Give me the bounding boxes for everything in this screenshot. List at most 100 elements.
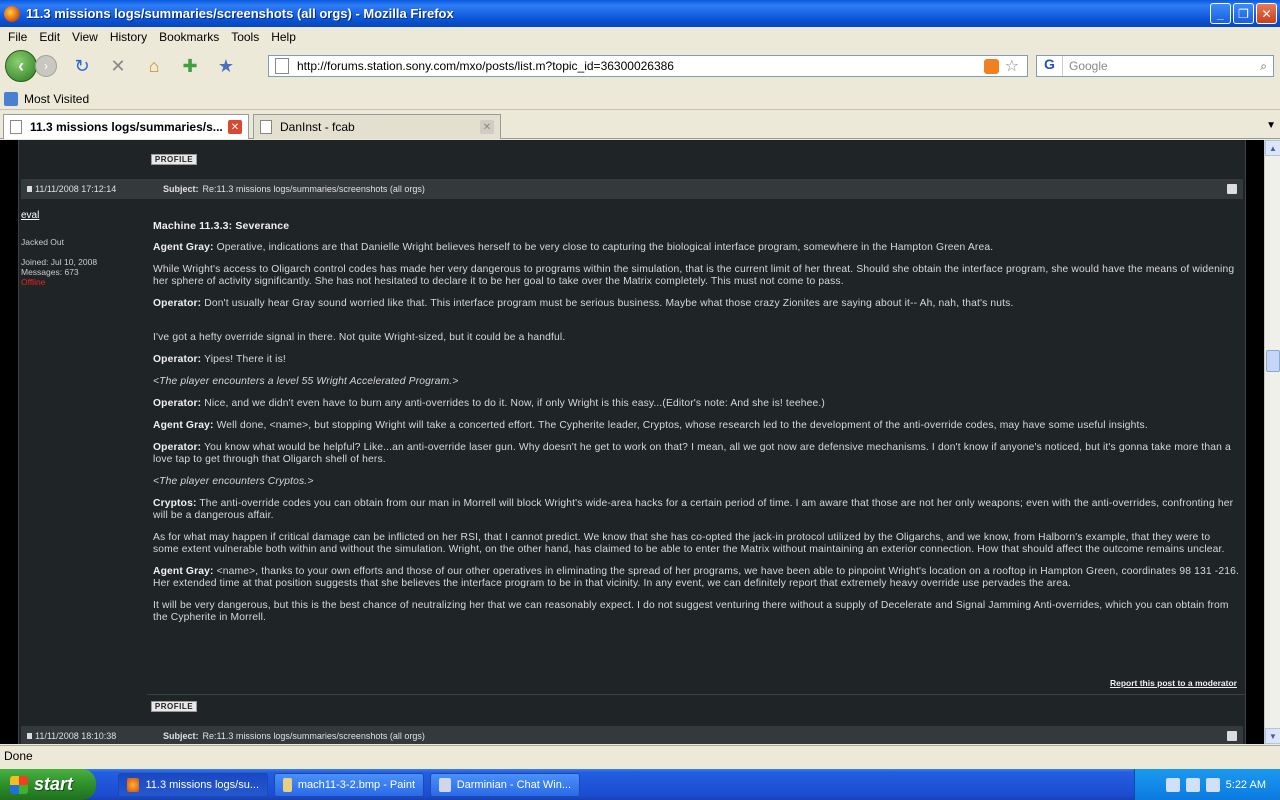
page-content: PROFILE 11/11/2008 17:12:14 Subject: Re:… — [0, 140, 1264, 744]
speaker-label: Agent Gray: — [153, 566, 214, 577]
menu-tools[interactable]: Tools — [225, 30, 265, 44]
paragraph-text: You know what would be helpful? Like...a… — [153, 442, 1231, 465]
bookmark-star-icon[interactable]: ★ — [215, 55, 237, 77]
star-icon[interactable]: ☆ — [1005, 56, 1019, 76]
paragraph-text: As for what may happen if critical damag… — [153, 532, 1225, 555]
menu-help[interactable]: Help — [265, 30, 302, 44]
tab-label: 11.3 missions logs/summaries/s... — [30, 120, 223, 134]
menu-history[interactable]: History — [104, 30, 153, 44]
rss-icon[interactable] — [983, 58, 999, 74]
windows-logo-icon — [10, 775, 28, 794]
paragraph-text: <The player encounters a level 55 Wright… — [153, 376, 459, 387]
menu-view[interactable]: View — [66, 30, 104, 44]
paragraph-text: <The player encounters Cryptos.> — [153, 476, 314, 487]
taskbar-label: Darminian - Chat Win... — [456, 778, 571, 791]
user-joined: Joined: Jul 10, 2008 — [21, 257, 98, 267]
search-engine-icon[interactable]: G — [1037, 56, 1063, 76]
taskbar-chat[interactable]: Darminian - Chat Win... — [430, 772, 580, 797]
tab-list-icon[interactable]: ▼ — [1266, 120, 1276, 131]
search-input[interactable]: Google — [1063, 59, 1260, 73]
tab-active[interactable]: 11.3 missions logs/summaries/s... ✕ — [3, 114, 249, 139]
subject-label: Subject: — [163, 731, 199, 741]
paragraph-text: Well done, <name>, but stopping Wright w… — [213, 420, 1148, 431]
taskbar-label: mach11-3-2.bmp - Paint — [297, 778, 415, 791]
profile-button[interactable]: PROFILE — [151, 154, 197, 165]
speaker-label: Agent Gray: — [153, 420, 214, 431]
reply-icon[interactable] — [1227, 731, 1237, 741]
start-button[interactable]: start — [0, 769, 96, 800]
scroll-up-icon[interactable]: ▲ — [1265, 140, 1280, 156]
post-date: 11/11/2008 17:12:14 — [35, 184, 117, 194]
paragraph-text: The anti-override codes you can obtain f… — [153, 498, 1234, 521]
window-title: 11.3 missions logs/summaries/screenshots… — [26, 6, 454, 21]
post-icon — [27, 186, 32, 192]
security-icon[interactable] — [1205, 777, 1220, 792]
menu-file[interactable]: File — [2, 30, 33, 44]
title-bar: 11.3 missions logs/summaries/screenshots… — [0, 0, 1280, 27]
post-paragraph: Operator: Don't usually hear Gray sound … — [153, 298, 1239, 310]
volume-icon[interactable] — [1185, 777, 1200, 792]
post-paragraph: <The player encounters a level 55 Wright… — [153, 376, 1239, 388]
back-button[interactable]: ‹ — [5, 50, 37, 82]
minimize-button[interactable]: _ — [1210, 3, 1231, 24]
vertical-scrollbar[interactable]: ▲ ▼ — [1264, 140, 1280, 744]
paragraph-text: Operative, indications are that Danielle… — [213, 242, 994, 253]
paragraph-text: While Wright's access to Oligarch contro… — [153, 264, 1235, 287]
firefox-icon — [4, 5, 20, 22]
taskbar-firefox[interactable]: 11.3 missions logs/su... — [118, 772, 268, 797]
paragraph-text: Nice, and we didn't even have to burn an… — [201, 398, 825, 409]
post-subject: Re:11.3 missions logs/summaries/screensh… — [202, 731, 425, 741]
user-rank: Jacked Out — [21, 237, 64, 247]
system-tray: 5:22 AM — [1134, 769, 1280, 800]
tab-inactive[interactable]: DanInst - fcab ✕ — [253, 114, 501, 139]
firefox-icon — [127, 777, 140, 792]
menu-bookmarks[interactable]: Bookmarks — [153, 30, 225, 44]
taskbar: start 11.3 missions logs/su... mach11-3-… — [0, 769, 1280, 800]
network-icon[interactable] — [1165, 777, 1180, 792]
post-paragraph: Agent Gray: <name>, thanks to your own e… — [153, 566, 1239, 590]
tab-close-icon[interactable]: ✕ — [228, 120, 242, 134]
paint-icon — [283, 777, 292, 792]
home-icon[interactable]: ⌂ — [143, 55, 165, 77]
menu-edit[interactable]: Edit — [33, 30, 66, 44]
stop-icon[interactable]: ✕ — [107, 55, 129, 77]
profile-button[interactable]: PROFILE — [151, 701, 197, 712]
post-paragraph: <The player encounters Cryptos.> — [153, 476, 1239, 488]
reply-icon[interactable] — [1227, 184, 1237, 194]
taskbar-paint[interactable]: mach11-3-2.bmp - Paint — [274, 772, 424, 797]
search-box[interactable]: G Google ⌕ — [1036, 55, 1274, 77]
search-icon[interactable]: ⌕ — [1260, 59, 1267, 74]
tab-close-icon[interactable]: ✕ — [480, 120, 494, 134]
tab-label: DanInst - fcab — [280, 120, 355, 134]
post-paragraph: Agent Gray: Well done, <name>, but stopp… — [153, 420, 1239, 432]
most-visited-bookmark[interactable]: Most Visited — [24, 92, 89, 106]
close-button[interactable]: ✕ — [1256, 3, 1277, 24]
report-link[interactable]: Report this post to a moderator — [1110, 678, 1237, 688]
user-status: Offline — [21, 277, 46, 287]
post-header: 11/11/2008 17:12:14 Subject: Re:11.3 mis… — [21, 179, 1243, 199]
most-visited-icon — [4, 91, 18, 106]
post-heading: Machine 11.3.3: Severance — [153, 220, 290, 232]
reload-icon[interactable]: ↻ — [71, 55, 93, 77]
forward-button[interactable]: › — [35, 55, 57, 77]
post-paragraph: Cryptos: The anti-override codes you can… — [153, 498, 1239, 522]
speaker-label: Operator: — [153, 442, 202, 453]
subject-label: Subject: — [163, 184, 199, 194]
address-bar[interactable]: http://forums.station.sony.com/mxo/posts… — [268, 55, 1028, 77]
post-paragraph: I've got a hefty override signal in ther… — [153, 332, 1239, 344]
maximize-button[interactable]: ❐ — [1233, 3, 1254, 24]
paragraph-text: <name>, thanks to your own efforts and t… — [153, 566, 1239, 589]
speaker-label: Operator: — [153, 398, 202, 409]
post-paragraph: Agent Gray: Operative, indications are t… — [153, 242, 1239, 254]
url-text[interactable]: http://forums.station.sony.com/mxo/posts… — [297, 59, 984, 73]
scroll-down-icon[interactable]: ▼ — [1265, 728, 1280, 744]
post-header: 11/11/2008 18:10:38 Subject: Re:11.3 mis… — [21, 726, 1243, 744]
bookmarks-toolbar: Most Visited — [0, 88, 1280, 110]
tab-bar: 11.3 missions logs/summaries/s... ✕ DanI… — [0, 111, 1280, 139]
post-paragraph: While Wright's access to Oligarch contro… — [153, 264, 1239, 288]
scroll-thumb[interactable] — [1266, 350, 1280, 372]
post-paragraph: Operator: Nice, and we didn't even have … — [153, 398, 1239, 410]
taskbar-label: 11.3 missions logs/su... — [145, 778, 259, 791]
username-link[interactable]: eval — [21, 210, 141, 221]
new-tab-icon[interactable]: ✚ — [179, 55, 201, 77]
